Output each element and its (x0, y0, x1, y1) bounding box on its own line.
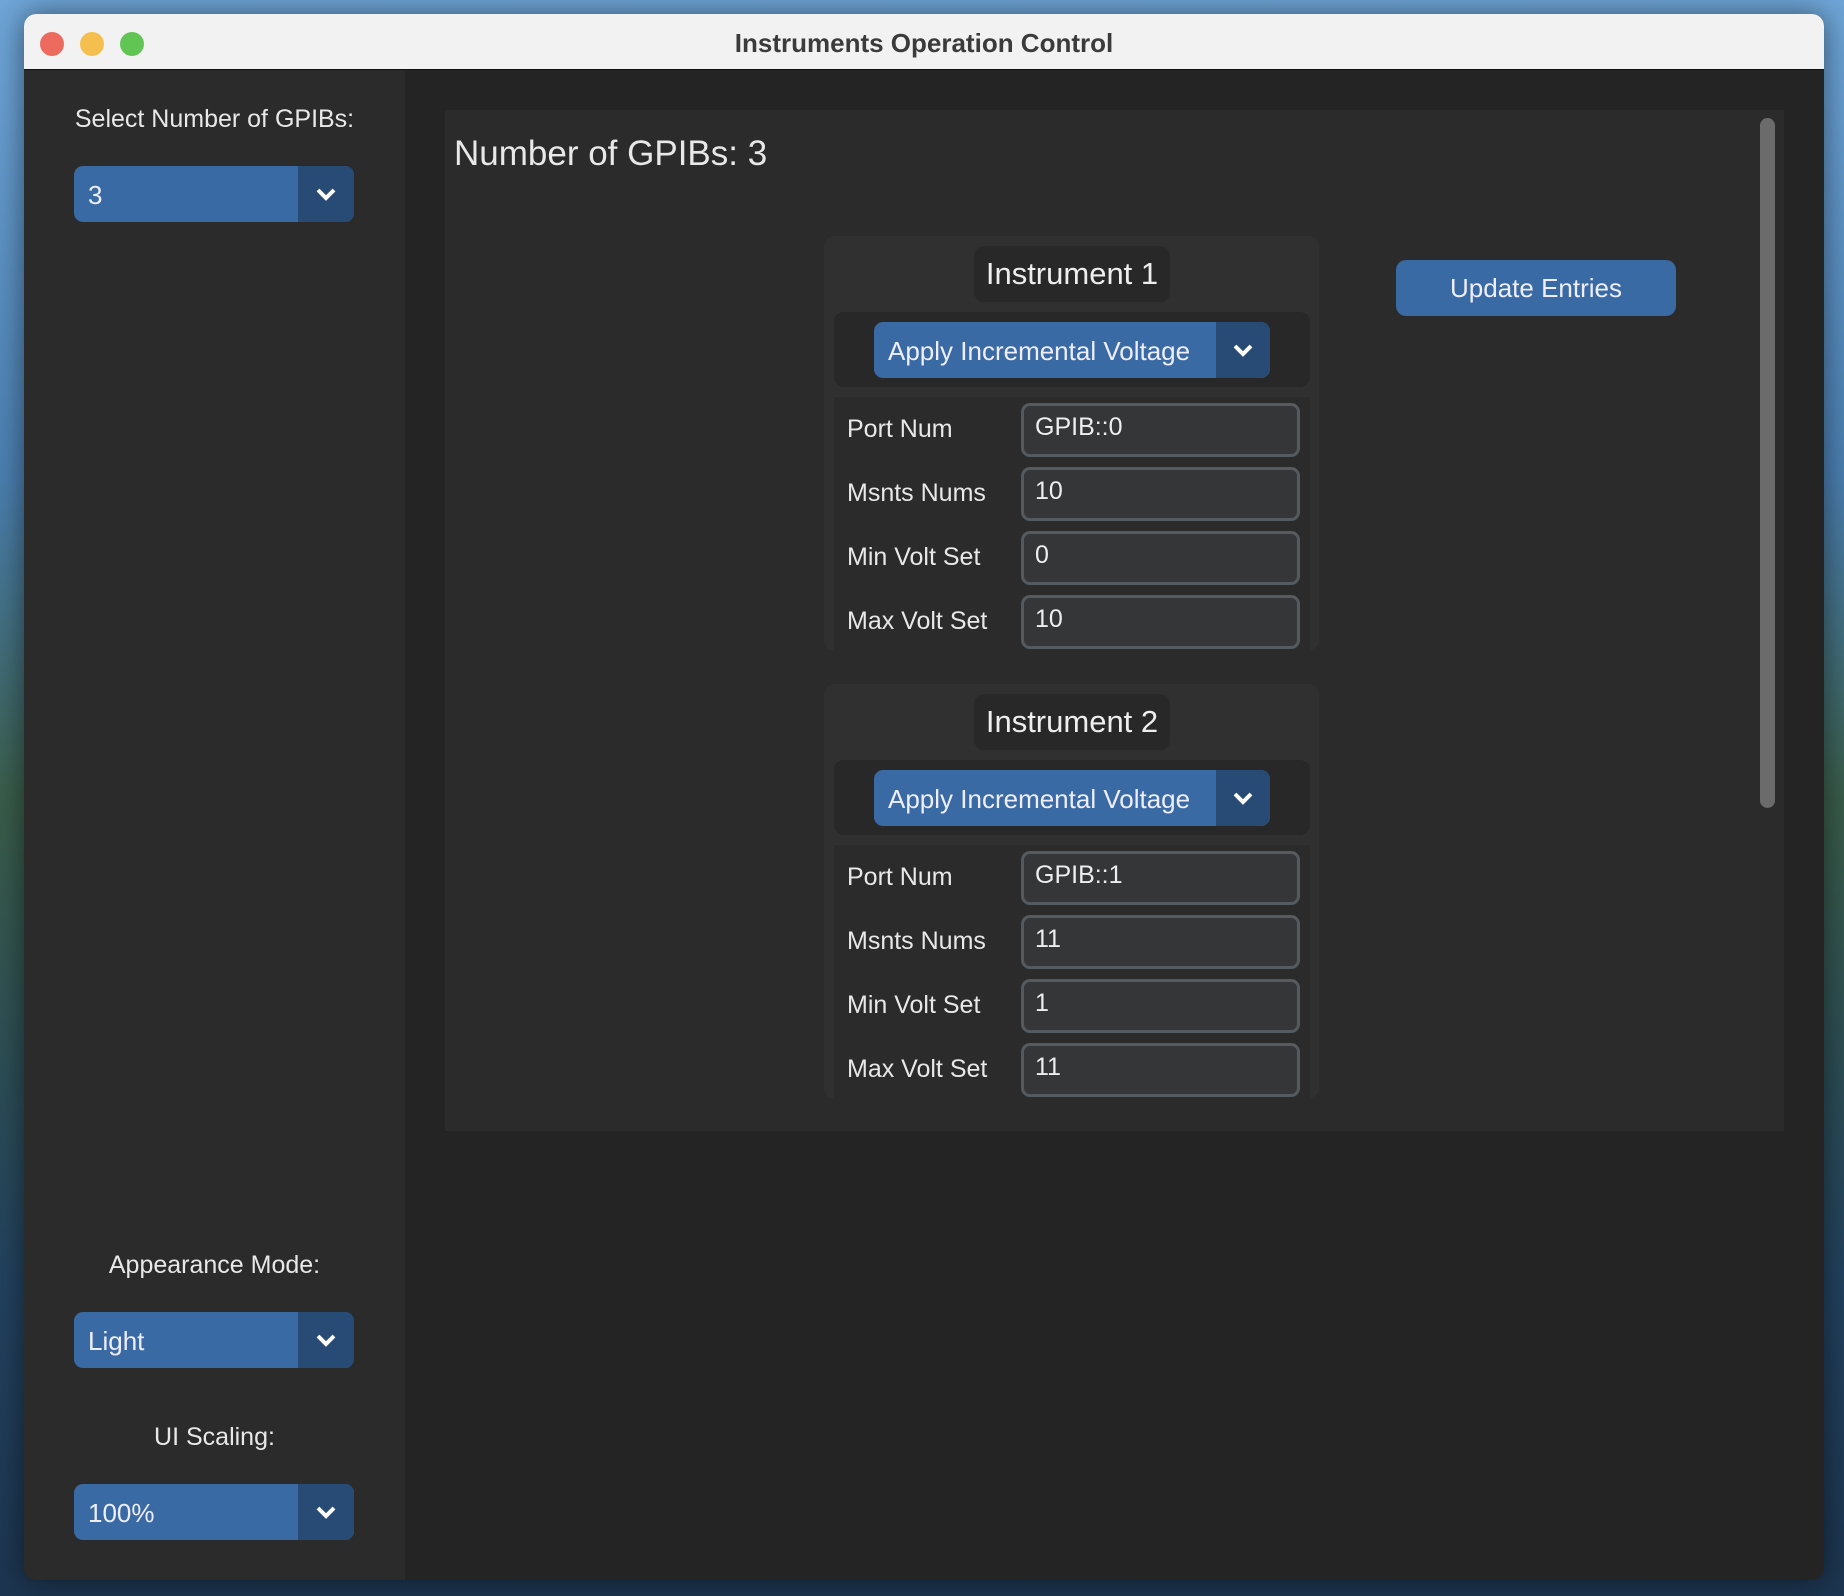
instrument-title: Instrument 2 (974, 694, 1170, 750)
max-volt-label: Max Volt Set (847, 1055, 988, 1083)
msnts-nums-label: Msnts Nums (847, 927, 986, 955)
app-window: Instruments Operation Control Select Num… (24, 14, 1824, 1580)
mode-value: Apply Incremental Voltage (888, 784, 1191, 814)
window-title: Instruments Operation Control (734, 28, 1114, 58)
instrument-card-1: Instrument 1 Apply Incremental Voltage P… (824, 236, 1319, 650)
title-bar: Instruments Operation Control (24, 14, 1824, 70)
max-volt-input[interactable]: 10 (1021, 595, 1300, 649)
gpib-count-label: Select Number of GPIBs: (74, 105, 355, 133)
gpib-count-dropdown[interactable]: 3 (74, 166, 354, 222)
gpib-count-title: Number of GPIBs: 3 (454, 134, 768, 173)
min-volt-input[interactable]: 1 (1021, 979, 1300, 1033)
fields-frame: Port Num GPIB::0 Msnts Nums 10 Min Volt … (834, 397, 1310, 650)
chevron-down-icon[interactable] (298, 166, 354, 222)
update-entries-button[interactable]: Update Entries (1396, 260, 1676, 316)
appearance-mode-label: Appearance Mode: (108, 1251, 321, 1279)
appearance-mode-value: Light (88, 1326, 145, 1356)
fields-frame: Port Num GPIB::1 Msnts Nums 11 Min Volt … (834, 845, 1310, 1098)
msnts-nums-label: Msnts Nums (847, 479, 986, 507)
mode-dropdown[interactable]: Apply Incremental Voltage (874, 770, 1270, 826)
min-volt-label: Min Volt Set (847, 543, 981, 571)
instrument-title: Instrument 1 (974, 246, 1170, 302)
chevron-down-icon[interactable] (298, 1312, 354, 1368)
ui-scaling-label: UI Scaling: (154, 1423, 275, 1451)
chevron-down-icon[interactable] (1216, 322, 1270, 378)
chevron-down-icon[interactable] (298, 1484, 354, 1540)
ui-scaling-dropdown[interactable]: 100% (74, 1484, 354, 1540)
port-num-input[interactable]: GPIB::0 (1021, 403, 1300, 457)
msnts-nums-input[interactable]: 10 (1021, 467, 1300, 521)
mode-frame: Apply Incremental Voltage (834, 760, 1310, 835)
mode-frame: Apply Incremental Voltage (834, 312, 1310, 387)
max-volt-label: Max Volt Set (847, 607, 988, 635)
min-volt-label: Min Volt Set (847, 991, 981, 1019)
gpib-count-value: 3 (88, 180, 103, 210)
max-volt-input[interactable]: 11 (1021, 1043, 1300, 1097)
chevron-down-icon[interactable] (1216, 770, 1270, 826)
min-volt-input[interactable]: 0 (1021, 531, 1300, 585)
port-num-label: Port Num (847, 415, 953, 443)
mode-dropdown[interactable]: Apply Incremental Voltage (874, 322, 1270, 378)
ui-scaling-value: 100% (88, 1498, 155, 1528)
port-num-label: Port Num (847, 863, 953, 891)
port-num-input[interactable]: GPIB::1 (1021, 851, 1300, 905)
scrollbar[interactable] (1760, 118, 1775, 808)
sidebar: Select Number of GPIBs: 3 Appearance Mod… (24, 70, 405, 1580)
instrument-card-2: Instrument 2 Apply Incremental Voltage P… (824, 684, 1319, 1098)
appearance-mode-dropdown[interactable]: Light (74, 1312, 354, 1368)
instruments-scroll-frame: Number of GPIBs: 3 Update Entries Instru… (445, 110, 1784, 1131)
msnts-nums-input[interactable]: 11 (1021, 915, 1300, 969)
mode-value: Apply Incremental Voltage (888, 336, 1191, 366)
